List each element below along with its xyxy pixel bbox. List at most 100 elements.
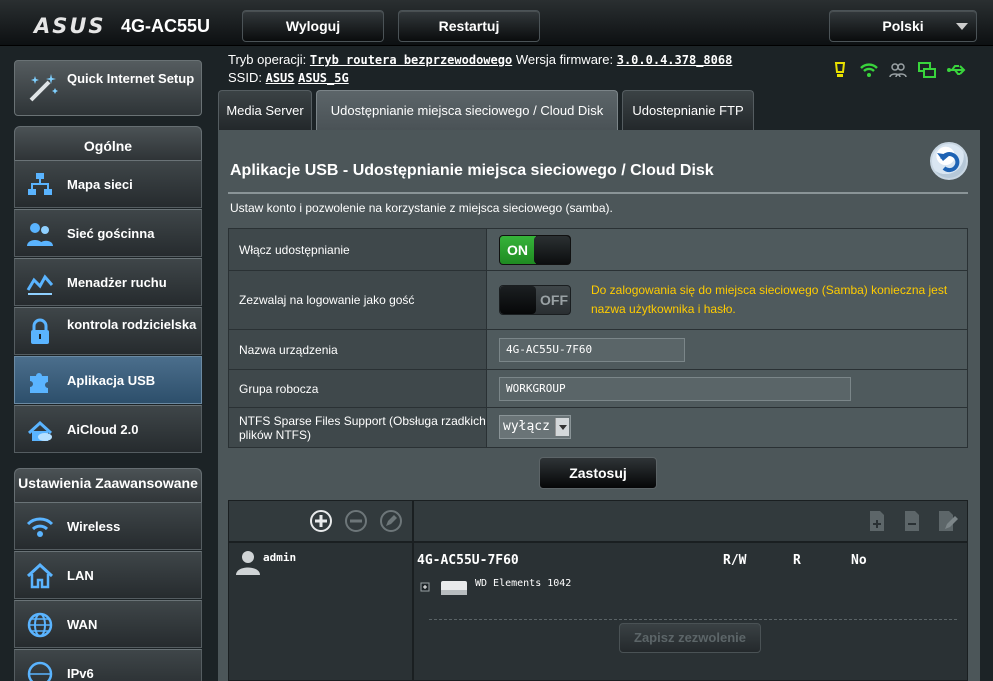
settings-table: Włącz udostępnianie ON Zezwalaj na logow… [228, 228, 968, 448]
sidebar-item-label: Sieć gościnna [67, 226, 155, 241]
toggle-state: ON [507, 242, 528, 258]
logout-button[interactable]: Wyloguj [242, 10, 384, 42]
sidebar-item-lan[interactable]: LAN [14, 551, 202, 599]
guest-login-toggle[interactable]: OFF [499, 285, 571, 315]
permission-r-header: R [793, 553, 801, 568]
page-description: Ustaw konto i pozwolenie na korzystanie … [230, 201, 613, 215]
sidebar-item-label: Aplikacja USB [67, 373, 156, 388]
title-divider [228, 192, 968, 194]
bulb-icon[interactable] [830, 60, 850, 80]
top-bar: ASUS 4G-AC55U Wyloguj Restartuj Polski [0, 0, 993, 46]
device-name: 4G-AC55U-7F60 [417, 553, 519, 568]
edit-user-icon[interactable] [379, 509, 403, 533]
lock-icon [25, 317, 55, 347]
permissions-toolbar [229, 501, 967, 543]
disk-label: WD Elements 1042 [475, 578, 572, 589]
sidebar-item-network-map[interactable]: Mapa sieci [14, 160, 202, 208]
workgroup-input[interactable]: WORKGROUP [499, 377, 851, 401]
setting-label: Zezwalaj na logowanie jako gość [229, 271, 487, 329]
permission-no-header: No [851, 553, 867, 568]
network-map-icon [25, 170, 55, 200]
back-button[interactable] [930, 142, 968, 180]
sidebar-item-aicloud[interactable]: AiCloud 2.0 [14, 405, 202, 453]
restart-button[interactable]: Restartuj [398, 10, 540, 42]
status-icons [830, 59, 966, 81]
setting-row-guest-login: Zezwalaj na logowanie jako gość OFF Do z… [229, 271, 967, 330]
back-arrow-icon [937, 152, 960, 173]
ssid-label: SSID: [228, 70, 262, 85]
username: admin [263, 551, 297, 564]
expand-icon[interactable] [419, 582, 431, 601]
guest-network-icon [25, 219, 55, 249]
permission-rw-header: R/W [723, 553, 747, 568]
setting-label: Grupa robocza [229, 370, 487, 407]
mode-link[interactable]: Tryb routera bezprzewodowego [310, 53, 512, 67]
user-icon [235, 551, 261, 579]
setting-label: Włącz udostępnianie [229, 229, 487, 270]
traffic-manager-icon [25, 268, 55, 298]
sidebar-item-label: AiCloud 2.0 [67, 422, 139, 437]
ntfs-sparse-select[interactable]: wyłącz [499, 415, 571, 439]
user-list-item[interactable]: admin [235, 549, 405, 575]
disk-tree-item[interactable]: WD Elements 1042 [419, 575, 719, 597]
edit-folder-icon[interactable] [935, 509, 959, 533]
sidebar-item-wan[interactable]: WAN [14, 600, 202, 648]
sidebar-item-label: Wireless [67, 519, 121, 534]
tab-media-server[interactable]: Media Server [218, 90, 312, 130]
ssid-link-5g[interactable]: ASUS_5G [298, 71, 349, 85]
chevron-down-icon [956, 23, 968, 30]
main-panel: Aplikacje USB - Udostępnianie miejsca si… [218, 130, 980, 681]
delete-folder-icon[interactable] [900, 509, 924, 533]
ipv6-icon [25, 659, 55, 681]
sidebar: Quick Internet Setup Ogólne Mapa sieci S… [14, 60, 204, 681]
sidebar-item-parental-control[interactable]: kontrola rodzicielska [14, 307, 202, 355]
sidebar-item-usb-application[interactable]: Aplikacja USB [14, 356, 202, 404]
hard-drive-icon [439, 577, 469, 602]
puzzle-icon [25, 366, 55, 396]
users-icon[interactable] [888, 60, 908, 80]
save-permissions-button[interactable]: Zapisz zezwolenie [619, 623, 761, 653]
add-folder-icon[interactable] [865, 509, 889, 533]
language-value: Polski [882, 18, 924, 34]
asus-logo: ASUS [34, 14, 106, 38]
usb-icon[interactable] [946, 60, 966, 80]
setting-row-device-name: Nazwa urządzenia 4G-AC55U-7F60 [229, 330, 967, 370]
firmware-link[interactable]: 3.0.0.4.378_8068 [617, 53, 733, 67]
sidebar-item-label: Menadżer ruchu [67, 275, 167, 290]
apply-button[interactable]: Zastosuj [539, 457, 657, 489]
chevron-down-icon [555, 418, 569, 436]
sidebar-item-label: LAN [67, 568, 94, 583]
setting-row-enable-share: Włącz udostępnianie ON [229, 229, 967, 271]
wireless-icon [25, 512, 55, 542]
cloud-house-icon [25, 415, 55, 445]
sidebar-item-label: kontrola rodzicielska [67, 317, 197, 332]
guest-login-note: Do zalogowania się do miejsca sieciowego… [591, 283, 948, 316]
network-icon[interactable] [917, 60, 937, 80]
home-icon [25, 561, 55, 591]
language-select[interactable]: Polski [829, 10, 977, 42]
enable-share-toggle[interactable]: ON [499, 235, 571, 265]
setting-row-workgroup: Grupa robocza WORKGROUP [229, 370, 967, 408]
remove-user-icon[interactable] [344, 509, 368, 533]
tab-cloud-disk[interactable]: Udostępnianie miejsca sieciowego / Cloud… [316, 90, 618, 130]
qis-label: Quick Internet Setup [67, 71, 195, 86]
add-user-icon[interactable] [309, 509, 333, 533]
sidebar-item-ipv6[interactable]: IPv6 [14, 649, 202, 681]
sidebar-item-guest-network[interactable]: Sieć gościnna [14, 209, 202, 257]
sidebar-item-wireless[interactable]: Wireless [14, 502, 202, 550]
model-name: 4G-AC55U [121, 16, 211, 36]
setting-row-ntfs-sparse: NTFS Sparse Files Support (Obsługa rzadk… [229, 408, 967, 447]
toggle-state: OFF [540, 292, 568, 308]
sidebar-item-traffic-manager[interactable]: Menadżer ruchu [14, 258, 202, 306]
tab-ftp-share[interactable]: Udostepnianie FTP [622, 90, 754, 130]
device-name-input[interactable]: 4G-AC55U-7F60 [499, 338, 685, 362]
magic-wand-icon [25, 70, 61, 106]
globe-icon [25, 610, 55, 640]
device-permissions-header: 4G-AC55U-7F60 R/W R No [417, 553, 957, 571]
wifi-icon[interactable] [859, 60, 879, 80]
info-bar: Tryb operacji: Tryb routera bezprzewodow… [218, 50, 993, 90]
sidebar-item-label: WAN [67, 617, 98, 632]
ssid-link-24g[interactable]: ASUS [266, 71, 295, 85]
quick-internet-setup-button[interactable]: Quick Internet Setup [14, 60, 202, 116]
page-title: Aplikacje USB - Udostępnianie miejsca si… [230, 162, 714, 179]
